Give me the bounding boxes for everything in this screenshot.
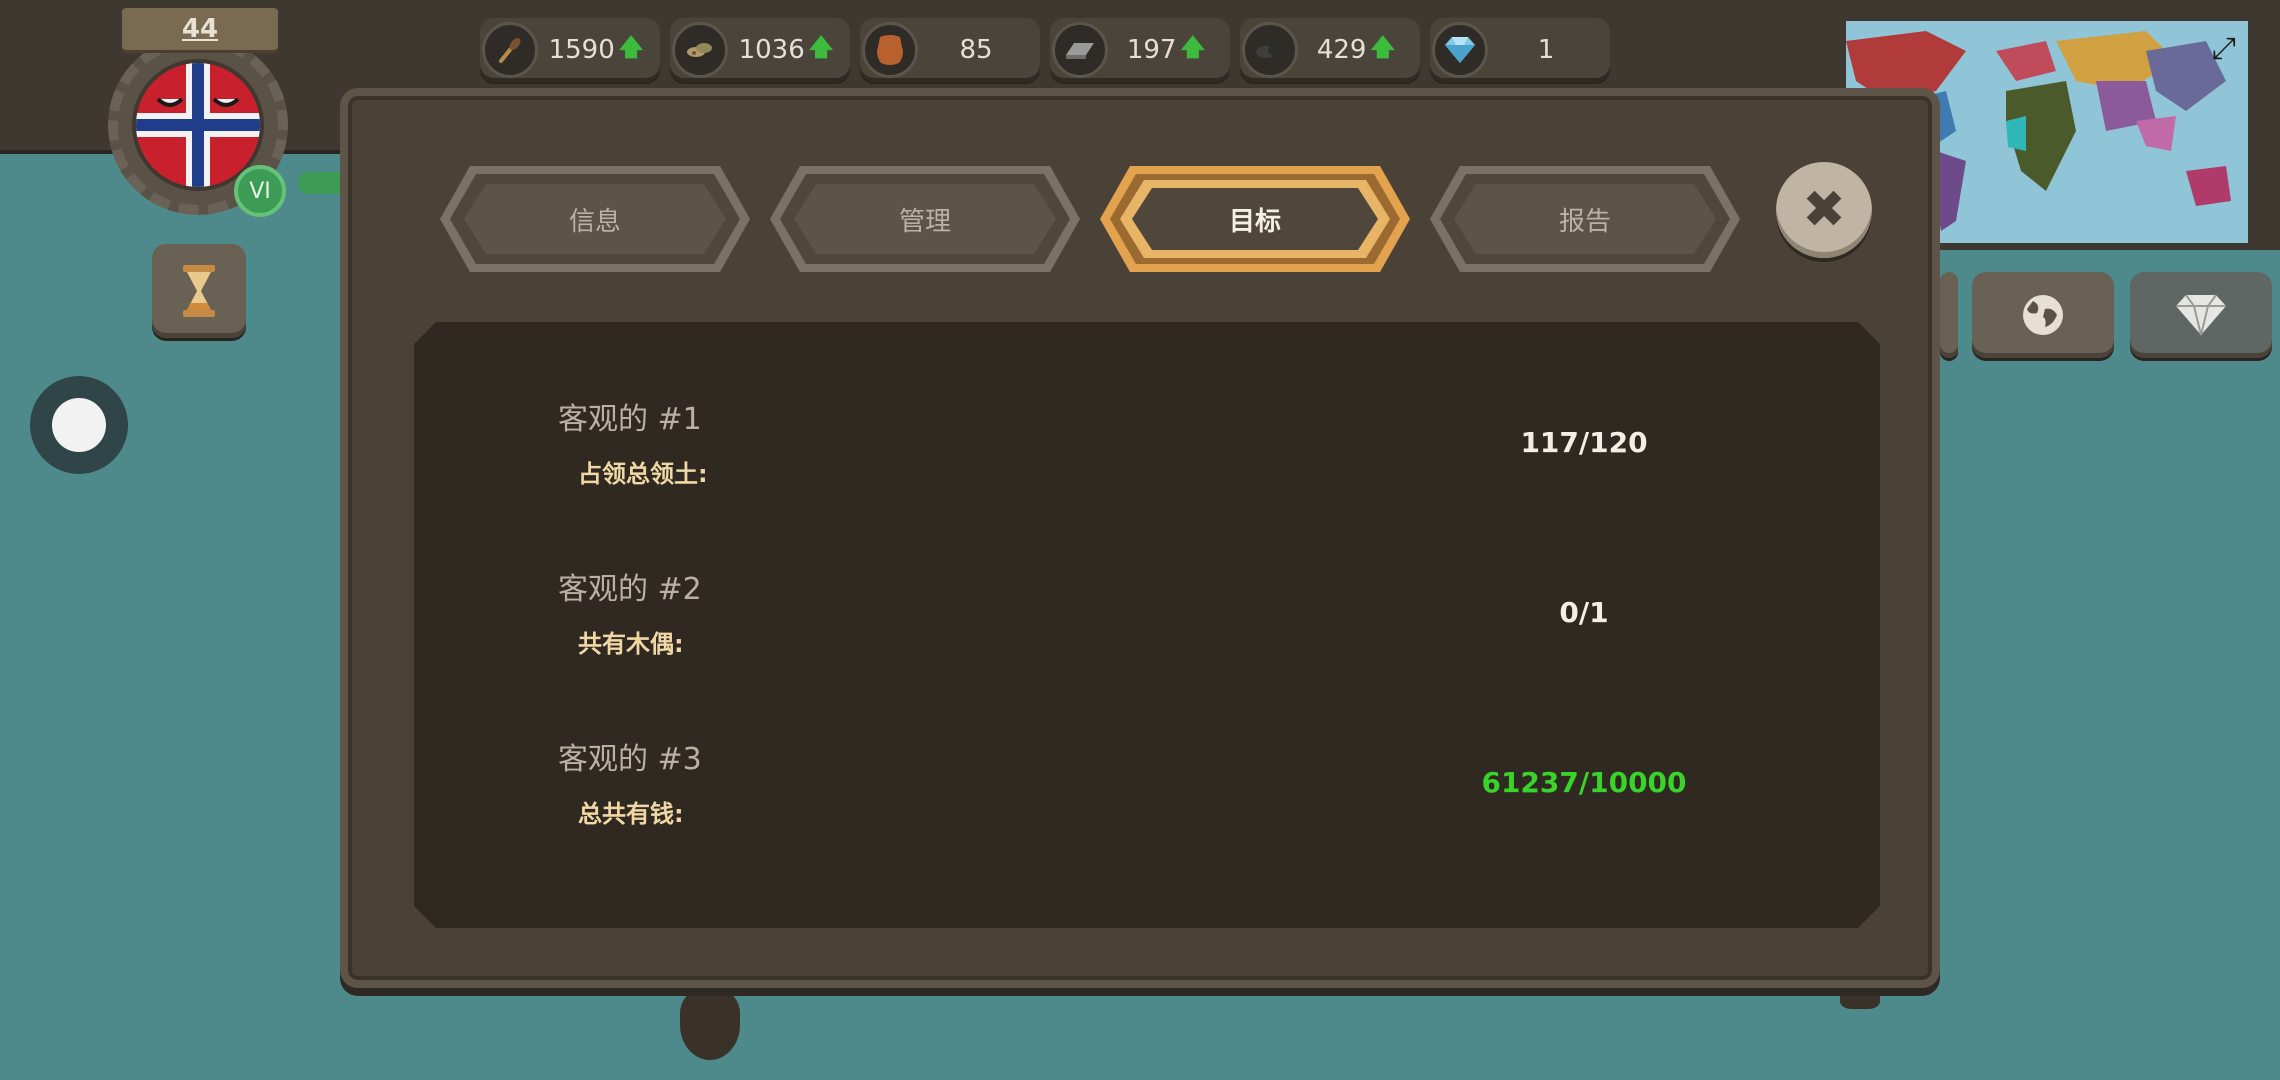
objective-title: 客观的 #3 [558,742,702,777]
tab-label: 管理 [898,206,951,237]
map-land [680,990,740,1060]
objective-item: 客观的 #3 总共有钱: 61237/10000 [414,734,1880,874]
globe-icon [2023,295,2063,335]
resource-leather[interactable]: 85 [860,18,1040,82]
arrow-up-icon: 🡅 [808,32,834,61]
arrow-up-icon: 🡅 [618,32,644,61]
expand-icon[interactable]: ⤢ [2212,31,2236,66]
resource-lumber[interactable]: 1036 🡅 [670,18,850,82]
objective-item: 客观的 #1 占领总领土: 117/120 [414,394,1880,534]
tab-objectives[interactable]: 目标 [1100,166,1410,272]
hourglass-button[interactable] [152,244,246,338]
resource-value: 1 [1537,35,1555,65]
tab-report[interactable]: 报告 [1430,166,1740,272]
iron-icon [1052,22,1108,78]
tab-info[interactable]: 信息 [440,166,750,272]
player-level: 44 [122,8,278,50]
resource-diamond[interactable]: 1 [1430,18,1610,82]
tab-manage[interactable]: 管理 [770,166,1080,272]
resource-coal[interactable]: 429 🡅 [1240,18,1420,82]
objective-description: 总共有钱: [578,800,684,828]
joystick[interactable] [30,376,128,474]
tab-label: 报告 [1558,206,1611,237]
country-panel: 信息 管理 目标 报告 ✖ 客观的 #1 占领总领土: 117/120 客观的 … [340,88,1940,988]
diamond-icon [1432,22,1488,78]
wheat-icon [482,22,538,78]
resource-value: 1590 [548,35,615,65]
arrow-up-icon: 🡅 [1180,32,1206,61]
objective-progress: 61237/10000 [1481,766,1687,799]
side-button[interactable] [1940,272,1958,358]
objective-title: 客观的 #1 [558,402,702,437]
leather-icon [862,22,918,78]
resource-iron[interactable]: 197 🡅 [1050,18,1230,82]
hourglass-icon [183,265,215,317]
resource-value: 85 [959,35,993,65]
resource-value: 1036 [738,35,805,65]
tab-label: 目标 [1228,206,1281,237]
lumber-icon [672,22,728,78]
arrow-up-icon: 🡅 [1370,32,1396,61]
shop-button[interactable] [2130,272,2272,358]
resource-bar: 1590 🡅 1036 🡅 85 197 🡅 429 🡅 1 [480,18,1610,82]
resource-value: 197 [1126,35,1177,65]
objective-description: 共有木偶: [578,630,684,658]
close-icon: ✖ [1802,180,1846,240]
world-button[interactable] [1972,272,2114,358]
objective-progress: 0/1 [1559,596,1609,629]
objective-title: 客观的 #2 [558,572,702,607]
objectives-list: 客观的 #1 占领总领土: 117/120 客观的 #2 共有木偶: 0/1 客… [414,322,1880,928]
diamond-icon [2176,294,2226,336]
objective-progress: 117/120 [1520,426,1648,459]
resource-value: 429 [1316,35,1367,65]
map-land [1840,985,1880,1009]
tab-label: 信息 [568,206,621,237]
objective-item: 客观的 #2 共有木偶: 0/1 [414,564,1880,704]
objective-description: 占领总领土: [578,460,708,488]
coal-icon [1242,22,1298,78]
close-button[interactable]: ✖ [1776,162,1872,258]
resource-wheat[interactable]: 1590 🡅 [480,18,660,82]
joystick-knob[interactable] [52,398,106,452]
rank-badge: VI [234,165,286,217]
